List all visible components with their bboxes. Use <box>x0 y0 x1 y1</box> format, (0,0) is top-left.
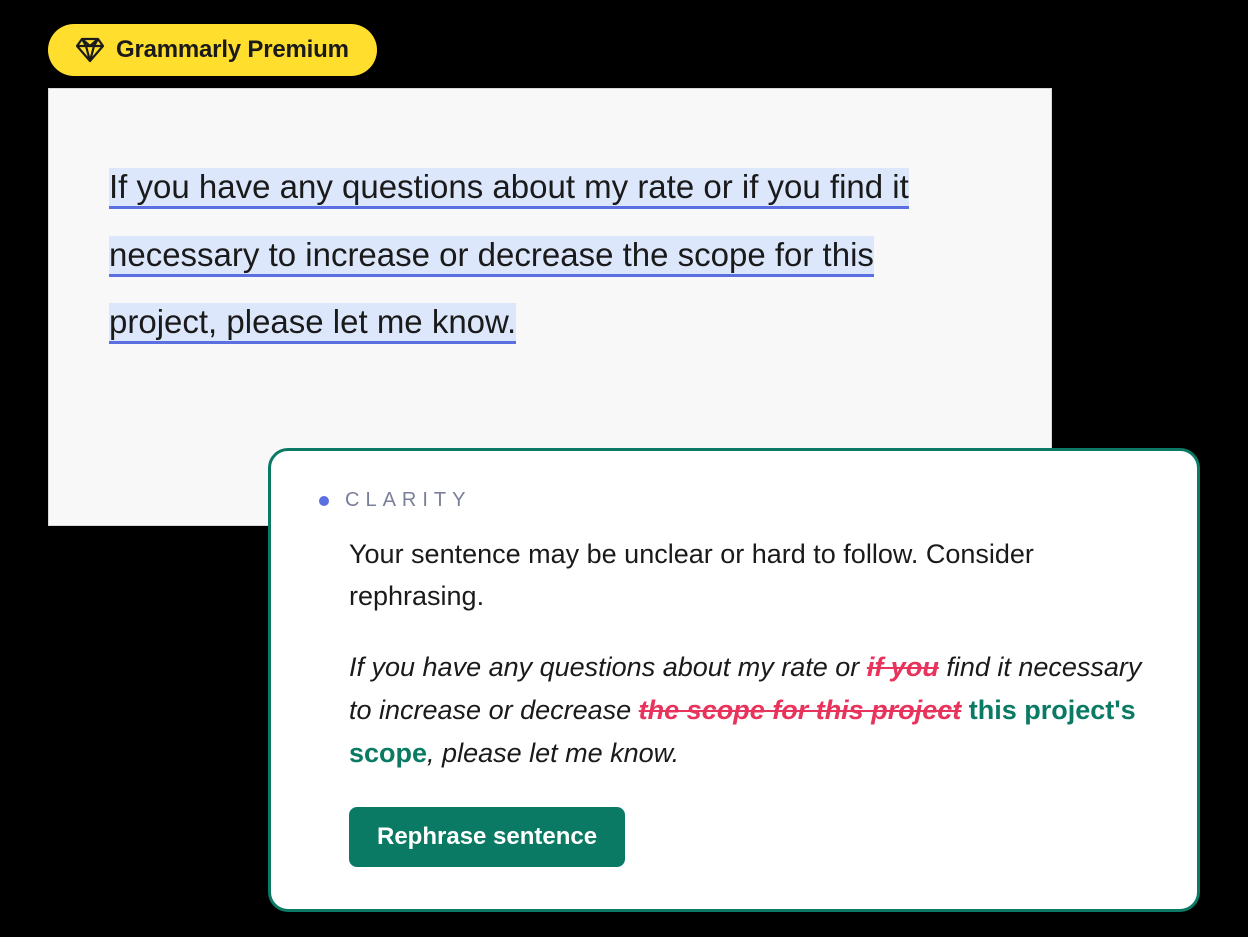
suggestion-card: CLARITY Your sentence may be unclear or … <box>268 448 1200 912</box>
diamond-icon <box>76 37 104 63</box>
suggestion-category: CLARITY <box>345 489 471 512</box>
rewrite-text: If you have any questions about my rate … <box>349 652 867 682</box>
suggestion-explanation: Your sentence may be unclear or hard to … <box>349 534 1149 618</box>
highlighted-text[interactable]: If you have any questions about my rate … <box>109 168 909 344</box>
suggestion-body: Your sentence may be unclear or hard to … <box>319 534 1149 867</box>
suggestion-header: CLARITY <box>319 489 1149 512</box>
premium-badge: Grammarly Premium <box>48 24 377 76</box>
category-dot-icon <box>319 496 329 506</box>
rewrite-text: , please let me know. <box>427 738 679 768</box>
editor-sentence[interactable]: If you have any questions about my rate … <box>109 153 991 356</box>
suggestion-rewrite: If you have any questions about my rate … <box>349 646 1149 776</box>
rewrite-strike: if you <box>867 652 939 682</box>
premium-badge-label: Grammarly Premium <box>116 36 349 64</box>
rephrase-button[interactable]: Rephrase sentence <box>349 807 625 867</box>
rewrite-strike: the scope for this project <box>639 695 962 725</box>
